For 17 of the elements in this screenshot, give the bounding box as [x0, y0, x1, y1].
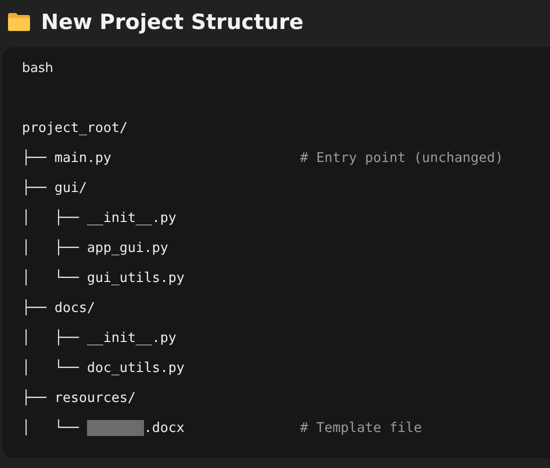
folder-icon [7, 12, 31, 32]
code-line: .docx [144, 420, 185, 436]
code-line: ├── gui/ [22, 180, 88, 196]
code-line: │ └── gui_utils.py [22, 270, 185, 286]
code-line: │ ├── __init__.py [22, 210, 176, 226]
code-comment: # Entry point (unchanged) [300, 150, 504, 166]
code-line: │ └── doc_utils.py [22, 360, 185, 376]
code-line: ├── main.py [22, 150, 112, 166]
code-line: ├── docs/ [22, 300, 96, 316]
code-line: │ ├── app_gui.py [22, 240, 168, 256]
code-language-label: bash [22, 61, 54, 78]
code-comment: # Template file [300, 420, 422, 436]
code-line: project_root/ [22, 120, 128, 136]
section-title: New Project Structure [41, 10, 304, 34]
code-line: ├── resources/ [22, 390, 136, 406]
code-line: │ ├── __init__.py [22, 330, 176, 346]
code-line: │ └── [22, 420, 79, 436]
